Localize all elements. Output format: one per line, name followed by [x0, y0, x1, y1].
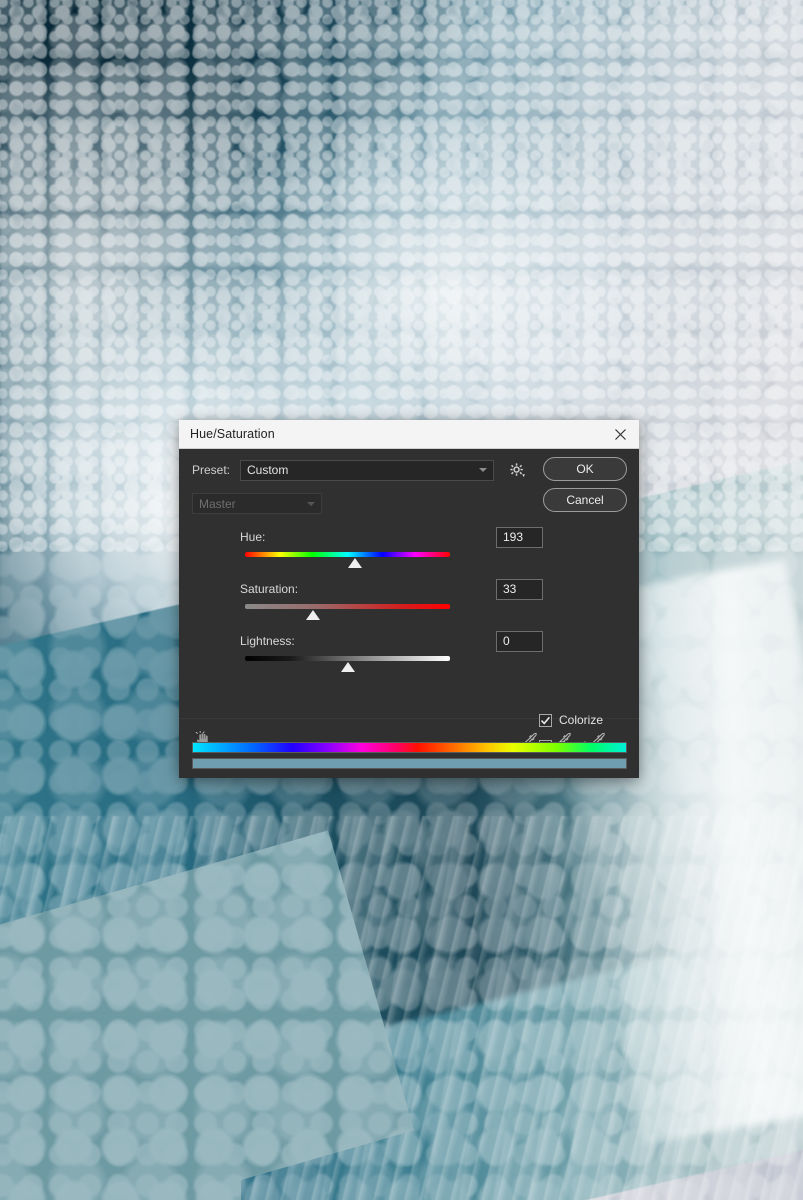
- dialog-buttons: OK Cancel: [543, 457, 627, 512]
- colorize-checkbox[interactable]: Colorize: [539, 707, 627, 733]
- hue-input[interactable]: 193: [496, 526, 543, 548]
- close-button[interactable]: [607, 422, 633, 446]
- hue-slider-row: Hue: 193: [240, 526, 552, 571]
- lightness-slider-row: Lightness: 0: [240, 630, 552, 675]
- hue-saturation-dialog: Hue/Saturation Preset: Custom OK Cancel …: [179, 420, 639, 778]
- chevron-down-icon: [479, 468, 487, 472]
- preset-value: Custom: [247, 463, 289, 477]
- colorize-label: Colorize: [559, 713, 604, 727]
- checkbox-box: [539, 713, 552, 727]
- gear-icon: [509, 462, 525, 477]
- saturation-thumb[interactable]: [305, 610, 320, 620]
- close-icon: [614, 428, 626, 440]
- slider-group: Hue: 193 Saturation: 33 Lightness: 0: [192, 526, 552, 675]
- lightness-track: [245, 656, 450, 661]
- hue-track: [245, 552, 450, 557]
- lightness-slider[interactable]: [245, 656, 450, 675]
- hue-thumb[interactable]: [347, 558, 362, 568]
- preset-label: Preset:: [192, 463, 231, 477]
- color-bars: [192, 742, 627, 769]
- lightness-thumb[interactable]: [340, 662, 355, 672]
- saturation-slider-row: Saturation: 33: [240, 578, 552, 623]
- dialog-body: Preset: Custom OK Cancel Master Hue: 193…: [179, 449, 639, 778]
- hue-label: Hue:: [240, 530, 266, 544]
- lightness-input[interactable]: 0: [496, 630, 543, 652]
- saturation-label: Saturation:: [240, 582, 299, 596]
- dialog-title: Hue/Saturation: [190, 427, 275, 441]
- saturation-input[interactable]: 33: [496, 578, 543, 600]
- preset-options-button[interactable]: [506, 460, 528, 480]
- screen: Hue/Saturation Preset: Custom OK Cancel …: [0, 0, 803, 1200]
- check-icon: [540, 716, 551, 725]
- channel-value: Master: [199, 496, 236, 511]
- chevron-down-icon: [307, 501, 315, 506]
- dialog-titlebar: Hue/Saturation: [179, 420, 639, 449]
- saturation-track: [245, 604, 450, 609]
- output-result-bar: [192, 758, 627, 769]
- input-spectrum-bar: [192, 742, 627, 753]
- cancel-button[interactable]: Cancel: [543, 488, 627, 512]
- channel-dropdown[interactable]: Master: [192, 493, 322, 514]
- saturation-slider[interactable]: [245, 604, 450, 623]
- ok-button[interactable]: OK: [543, 457, 627, 481]
- hue-slider[interactable]: [245, 552, 450, 571]
- preset-dropdown[interactable]: Custom: [240, 459, 494, 481]
- lightness-label: Lightness:: [240, 634, 295, 648]
